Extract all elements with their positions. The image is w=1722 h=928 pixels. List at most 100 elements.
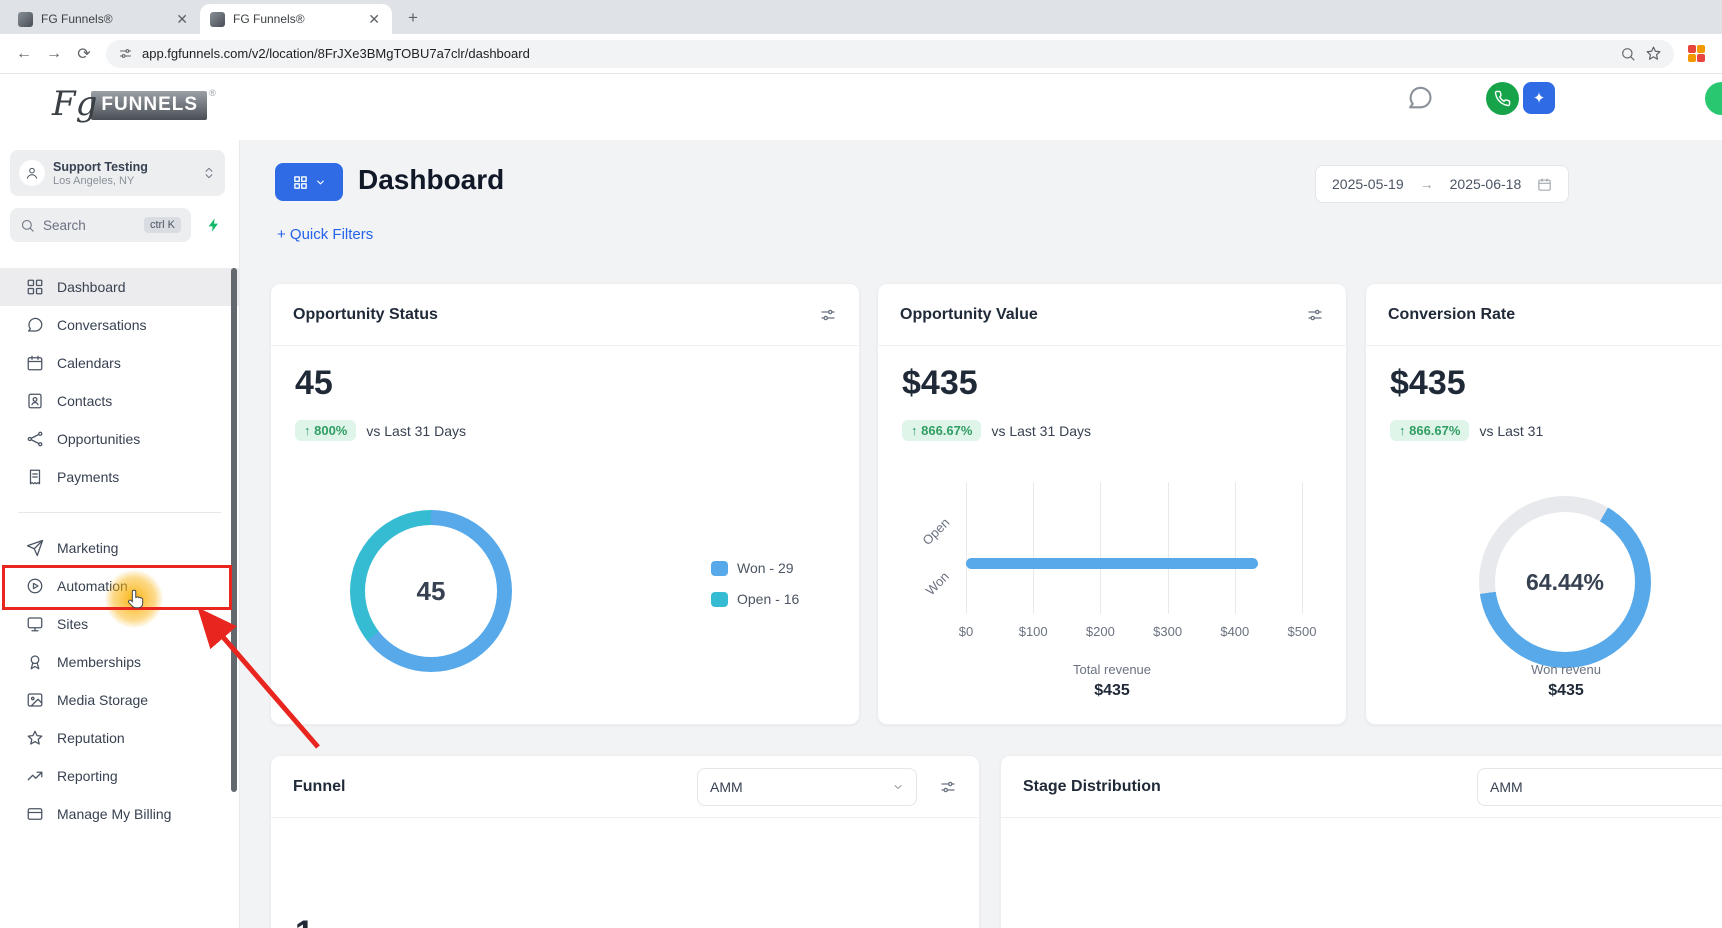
sidebar-item-dashboard[interactable]: Dashboard — [0, 268, 239, 306]
logo-wordmark: FUNNELS — [91, 91, 208, 120]
stage-distribution-select[interactable]: AMM — [1477, 767, 1722, 806]
select-value: AMM — [1490, 778, 1523, 795]
reload-icon[interactable]: ⟳ — [70, 40, 98, 68]
tab-close-icon[interactable]: ✕ — [174, 10, 190, 28]
sidebar-item-label: Calendars — [57, 355, 121, 371]
sidebar-item-memberships[interactable]: Memberships — [0, 643, 239, 681]
favicon — [210, 11, 225, 27]
help-chat-icon[interactable] — [1406, 84, 1434, 112]
memberships-icon — [30, 655, 40, 670]
sidebar-item-payments[interactable]: Payments — [0, 458, 239, 496]
opportunity-status-value: 45 — [295, 364, 333, 402]
ai-sparkle-button[interactable]: ✦ — [1523, 82, 1555, 114]
user-icon — [26, 167, 38, 179]
sidebar-item-manage-my-billing[interactable]: Manage My Billing — [0, 795, 239, 833]
bookmark-star-icon[interactable] — [1645, 45, 1662, 62]
extension-icon[interactable] — [1688, 44, 1706, 63]
sidebar-item-sites[interactable]: Sites — [0, 605, 239, 643]
legend-swatch — [711, 591, 728, 607]
chevron-up-down-icon — [205, 167, 213, 179]
date-end: 2025-06-18 — [1449, 176, 1522, 192]
chat-bubble-icon — [27, 317, 43, 332]
forward-icon[interactable]: → — [40, 40, 68, 68]
sidebar-item-reporting[interactable]: Reporting — [0, 757, 239, 795]
grid-icon — [293, 175, 307, 189]
card-title: Opportunity Value — [900, 305, 1038, 323]
trend-compare-text: vs Last 31 Days — [991, 422, 1092, 439]
zoom-icon[interactable] — [1620, 46, 1636, 62]
card-settings-icon[interactable] — [939, 778, 957, 796]
url-bar[interactable]: app.fgfunnels.com/v2/location/8FrJXe3BMg… — [106, 39, 1674, 68]
calendar-icon — [27, 355, 43, 371]
calendar-icon — [1538, 177, 1551, 191]
legend-item-open: Open - 16 — [711, 591, 799, 607]
funnel-select[interactable]: AMM — [697, 767, 917, 806]
browser-tab-1[interactable]: FG Funnels® ✕ — [8, 4, 200, 34]
account-switcher[interactable]: Support Testing Los Angeles, NY — [10, 150, 225, 196]
phone-button[interactable] — [1486, 82, 1519, 115]
trend-badge: ↑ 866.67% — [902, 420, 982, 441]
legend-label: Open - 16 — [737, 591, 800, 607]
tab-title: FG Funnels® — [41, 12, 113, 26]
date-start: 2025-05-19 — [1332, 176, 1404, 192]
tab-close-icon[interactable]: ✕ — [366, 10, 382, 28]
dashboard-switcher-button[interactable] — [275, 163, 343, 201]
search-placeholder: Search — [43, 217, 86, 233]
sidebar-item-label: Memberships — [57, 654, 142, 670]
trend-badge: ↑ 800% — [295, 420, 357, 441]
total-revenue-value: $435 — [1094, 682, 1130, 699]
fg-funnels-logo: Fg FUNNELS ® — [52, 88, 216, 122]
bar-category-label-won: Won — [922, 568, 952, 599]
back-icon[interactable]: ← — [10, 40, 38, 68]
card-settings-icon[interactable] — [819, 306, 837, 324]
arrow-right-icon: → — [1419, 176, 1434, 192]
card-settings-icon[interactable] — [1306, 306, 1324, 324]
quick-filters-link[interactable]: + Quick Filters — [277, 226, 373, 243]
legend-item-won: Won - 29 — [711, 560, 799, 576]
sidebar-item-opportunities[interactable]: Opportunities — [0, 420, 239, 458]
won-revenue-value: $435 — [1548, 682, 1584, 699]
conversion-rate-card: Conversion Rate $435 ↑ 866.67% vs Last 3… — [1365, 283, 1722, 725]
account-name: Support Testing — [53, 159, 148, 174]
sidebar-divider — [18, 512, 221, 513]
browser-tab-2[interactable]: FG Funnels® ✕ — [200, 4, 392, 34]
sidebar-item-calendars[interactable]: Calendars — [0, 344, 239, 382]
trend-badge: ↑ 866.67% — [1390, 420, 1470, 441]
sidebar-item-label: Reputation — [57, 730, 125, 746]
sidebar-item-label: Conversations — [57, 317, 147, 333]
sidebar-item-conversations[interactable]: Conversations — [0, 306, 239, 344]
sidebar-item-marketing[interactable]: Marketing — [0, 529, 239, 567]
dashboard-icon — [27, 279, 43, 295]
sidebar-item-contacts[interactable]: Contacts — [0, 382, 239, 420]
sidebar-item-label: Manage My Billing — [57, 806, 172, 822]
donut-legend: Won - 29 Open - 16 — [711, 560, 799, 607]
opportunity-status-card: Opportunity Status 45 ↑ 800% vs Last 31 … — [270, 283, 860, 725]
page-title: Dashboard — [358, 164, 505, 195]
quick-actions-button[interactable] — [199, 210, 229, 240]
stage-distribution-card: Stage Distribution AMM — [1000, 755, 1722, 928]
opportunity-value-amount: $435 — [902, 364, 978, 402]
favicon — [18, 11, 33, 27]
new-tab-button[interactable]: + — [400, 5, 426, 31]
sidebar-scrollbar[interactable] — [231, 268, 237, 792]
sidebar-item-automation[interactable]: Automation — [0, 567, 239, 605]
sidebar-item-label: Media Storage — [57, 692, 149, 708]
sidebar-item-label: Opportunities — [57, 431, 141, 447]
total-revenue-label: Total revenue — [1072, 662, 1152, 677]
select-value: AMM — [710, 778, 743, 795]
app-header: Fg FUNNELS ® — [0, 74, 1722, 140]
chevron-down-icon — [894, 784, 902, 789]
search-input[interactable]: Search ctrl K — [10, 208, 191, 242]
sidebar-item-label: Reporting — [57, 768, 118, 784]
sidebar: Support Testing Los Angeles, NY Search c… — [0, 140, 240, 928]
date-range-picker[interactable]: 2025-05-19 → 2025-06-18 — [1315, 165, 1570, 203]
payments-icon — [29, 469, 41, 485]
sidebar-item-media-storage[interactable]: Media Storage — [0, 681, 239, 719]
trend-compare-text: vs Last 31 — [1479, 422, 1544, 439]
sidebar-nav: Dashboard Conversations Calendars Contac… — [0, 268, 239, 833]
trend-compare-text: vs Last 31 Days — [366, 422, 466, 439]
sidebar-item-reputation[interactable]: Reputation — [0, 719, 239, 757]
site-info-icon[interactable] — [118, 46, 133, 61]
card-title: Funnel — [293, 777, 346, 795]
trending-up-icon — [27, 771, 43, 781]
